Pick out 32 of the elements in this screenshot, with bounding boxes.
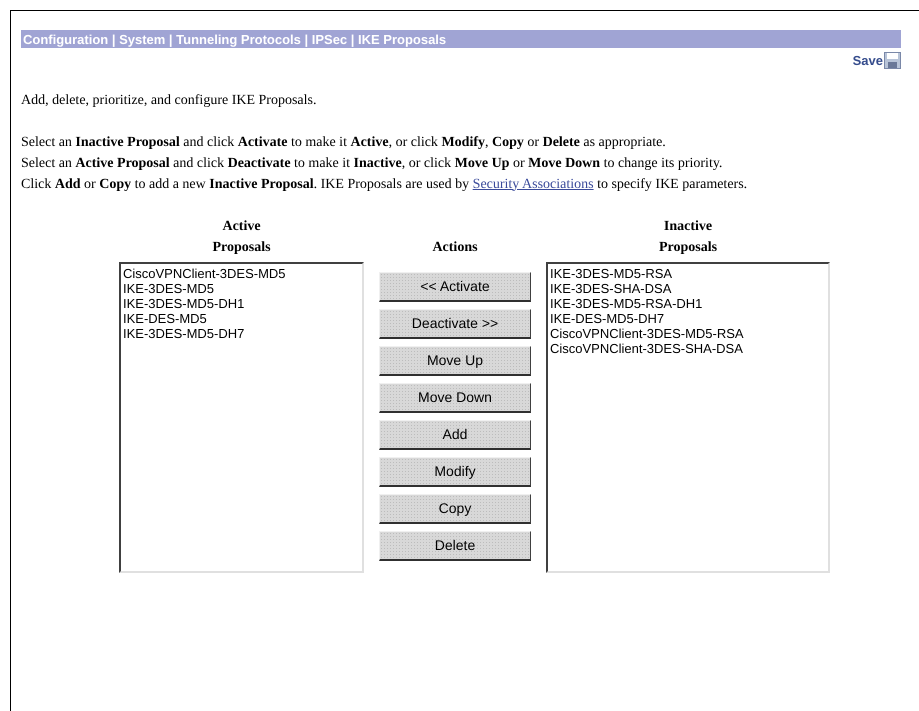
column-heading: Active bbox=[221, 218, 262, 236]
action-button[interactable]: Move Down bbox=[379, 382, 531, 412]
proposal-option[interactable]: IKE-3DES-MD5 bbox=[123, 280, 214, 296]
proposal-option[interactable]: IKE-DES-MD5-DH7 bbox=[550, 310, 664, 326]
proposal-option[interactable]: CiscoVPNClient-3DES-MD5 bbox=[123, 266, 286, 280]
save-link[interactable]: Save bbox=[852, 51, 901, 70]
column-heading: Proposals bbox=[658, 238, 718, 256]
action-button[interactable]: << Activate bbox=[379, 272, 531, 302]
column-heading: Actions bbox=[432, 238, 478, 256]
action-button[interactable]: Move Up bbox=[379, 346, 531, 376]
instruction-text: Select an Inactive Proposal and click Activate to make it Active, or click Modify, Copy or Delete as appropriate. bbox=[21, 134, 667, 152]
action-button[interactable]: Delete bbox=[379, 530, 531, 560]
proposal-option[interactable]: IKE-3DES-MD5-RSA-DH1 bbox=[550, 296, 702, 310]
column-heading: Inactive bbox=[662, 218, 714, 236]
proposal-option[interactable]: IKE-3DES-MD5-DH1 bbox=[123, 296, 244, 310]
column-heading: Proposals bbox=[211, 238, 272, 256]
intro-text: Add, delete, prioritize, and configure IKE Proposals. bbox=[21, 92, 318, 110]
active-proposals-list[interactable]: CiscoVPNClient-3DES-MD5 IKE-3DES-MD5 IKE-3DES-MD5-DH1 IKE-DES-MD5 IKE-3DES-MD5-DH7 bbox=[119, 262, 364, 572]
action-button[interactable]: Modify bbox=[379, 456, 531, 486]
proposal-option[interactable]: IKE-DES-MD5 bbox=[123, 310, 207, 326]
proposal-option[interactable]: IKE-3DES-MD5-DH7 bbox=[123, 326, 244, 340]
action-button[interactable]: Deactivate >> bbox=[379, 308, 531, 338]
security-associations-link[interactable]: Security Associations bbox=[472, 176, 594, 192]
instruction-text: Select an Active Proposal and click Deactivate to make it Inactive, or click Move Up or Move Down to change its priority. bbox=[21, 154, 724, 172]
proposal-option[interactable]: IKE-3DES-SHA-DSA bbox=[550, 280, 672, 296]
proposal-option[interactable]: CiscoVPNClient-3DES-SHA-DSA bbox=[550, 340, 743, 356]
instruction-text: Click Add or Copy to add a new Inactive Proposal. IKE Proposals are used by Security Associations to specify IKE parameters. bbox=[21, 176, 748, 194]
proposal-option[interactable]: IKE-3DES-MD5-RSA bbox=[550, 266, 672, 280]
breadcrumb: Configuration | System | Tunneling Protocols | IPSec | IKE Proposals bbox=[23, 32, 446, 46]
action-button[interactable]: Copy bbox=[379, 494, 531, 524]
proposal-option[interactable]: CiscoVPNClient-3DES-MD5-RSA bbox=[550, 326, 744, 340]
action-button[interactable]: Add bbox=[379, 420, 531, 450]
